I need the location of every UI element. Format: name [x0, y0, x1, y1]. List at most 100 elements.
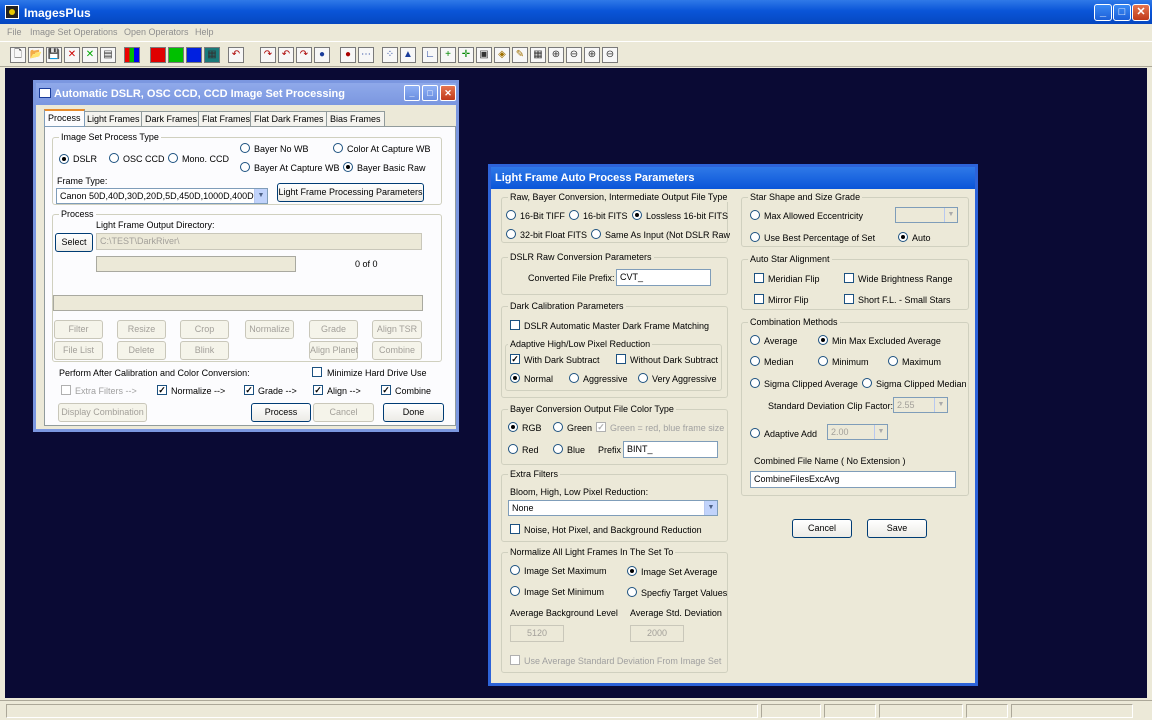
tab-bias-frames[interactable]: Bias Frames: [326, 111, 385, 127]
set-average-radio[interactable]: [627, 566, 637, 576]
bayer-basic-raw-radio[interactable]: [343, 162, 353, 172]
green-size-checkbox[interactable]: ✓: [596, 422, 606, 432]
red-radio[interactable]: [508, 444, 518, 454]
menu-help[interactable]: Help: [195, 27, 214, 37]
float32-radio[interactable]: [506, 229, 516, 239]
tab-flat-frames[interactable]: Flat Frames: [198, 111, 255, 127]
use-avg-std-checkbox[interactable]: [510, 655, 520, 665]
avg-background-field[interactable]: 5120: [510, 625, 564, 642]
same-as-input-radio[interactable]: [591, 229, 601, 239]
bint-prefix-field[interactable]: BINT_: [623, 441, 718, 458]
tab-flat-dark-frames[interactable]: Flat Dark Frames: [250, 111, 328, 127]
brush-icon[interactable]: ✎: [512, 47, 528, 63]
done-button[interactable]: Done: [383, 403, 444, 422]
process-button[interactable]: Process: [251, 403, 311, 422]
without-dark-checkbox[interactable]: [616, 354, 626, 364]
median-radio[interactable]: [750, 356, 760, 366]
crosshair-icon[interactable]: +: [440, 47, 456, 63]
wide-brightness-checkbox[interactable]: [844, 273, 854, 283]
maximum-radio[interactable]: [888, 356, 898, 366]
aggressive-radio[interactable]: [569, 373, 579, 383]
noise-reduction-checkbox[interactable]: [510, 524, 520, 534]
adaptive-add-radio[interactable]: [750, 428, 760, 438]
lossless-fits-radio[interactable]: [632, 210, 642, 220]
levels-icon[interactable]: ∟: [422, 47, 438, 63]
bloom-select[interactable]: None ▼: [508, 500, 718, 516]
align-planet-button[interactable]: Align Planet: [309, 341, 358, 360]
normalize-button[interactable]: Normalize: [245, 320, 294, 339]
dots-icon[interactable]: ⋯: [358, 47, 374, 63]
align-checkbox[interactable]: ✓: [313, 385, 323, 395]
frame-type-select[interactable]: Canon 50D,40D,30D,20D,5D,450D,1000D,400D…: [56, 188, 268, 204]
auto-dark-checkbox[interactable]: [510, 320, 520, 330]
palette-icon[interactable]: ◈: [494, 47, 510, 63]
grade-checkbox[interactable]: ✓: [244, 385, 254, 395]
tiff16-radio[interactable]: [506, 210, 516, 220]
open-icon[interactable]: 📂: [28, 47, 44, 63]
rgb-radio[interactable]: [508, 422, 518, 432]
maximize-icon[interactable]: □: [422, 85, 438, 101]
normal-radio[interactable]: [510, 373, 520, 383]
target-values-radio[interactable]: [627, 587, 637, 597]
align-tsr-button[interactable]: Align TSR: [372, 320, 422, 339]
adaptive-add-select[interactable]: 2.00 ▼: [827, 424, 888, 440]
combined-file-field[interactable]: CombineFilesExcAvg: [750, 471, 956, 488]
zoom-actual-icon[interactable]: ⊖: [602, 47, 618, 63]
star-icon[interactable]: ●: [314, 47, 330, 63]
minimum-radio[interactable]: [818, 356, 828, 366]
display-combination-button[interactable]: Display Combination: [58, 403, 147, 422]
menu-open-operators[interactable]: Open Operators: [124, 27, 189, 37]
filter-button[interactable]: Filter: [54, 320, 103, 339]
save-icon[interactable]: 💾: [46, 47, 62, 63]
with-dark-checkbox[interactable]: ✓: [510, 354, 520, 364]
scatter-icon[interactable]: ⁘: [382, 47, 398, 63]
sigma-average-radio[interactable]: [750, 378, 760, 388]
output-dir-field[interactable]: C:\TEST\DarkRiver\: [96, 233, 422, 250]
zoom-out-icon[interactable]: ⊖: [566, 47, 582, 63]
prefix-field[interactable]: CVT_: [616, 269, 711, 286]
meridian-flip-checkbox[interactable]: [754, 273, 764, 283]
best-percentage-radio[interactable]: [750, 232, 760, 242]
fits16-radio[interactable]: [569, 210, 579, 220]
table-icon[interactable]: ▦: [530, 47, 546, 63]
bayer-capture-wb-radio[interactable]: [240, 162, 250, 172]
close-red-icon[interactable]: ✕: [64, 47, 80, 63]
histogram-icon[interactable]: ▲: [400, 47, 416, 63]
tab-light-frames[interactable]: Light Frames: [83, 111, 144, 127]
light-frame-params-button[interactable]: Light Frame Processing Parameters: [277, 183, 424, 202]
set-minimum-radio[interactable]: [510, 586, 520, 596]
combine-checkbox[interactable]: ✓: [381, 385, 391, 395]
max-eccentricity-radio[interactable]: [750, 210, 760, 220]
blue-channel-icon[interactable]: [186, 47, 202, 63]
cancel-button[interactable]: Cancel: [792, 519, 852, 538]
undo-all-icon[interactable]: ↶: [278, 47, 294, 63]
new-icon[interactable]: 🗋: [10, 47, 26, 63]
close-icon[interactable]: ✕: [440, 85, 456, 101]
menu-image-set-operations[interactable]: Image Set Operations: [30, 27, 118, 37]
select-button[interactable]: Select: [55, 233, 93, 252]
undo-icon[interactable]: ↶: [228, 47, 244, 63]
short-fl-checkbox[interactable]: [844, 294, 854, 304]
blink-button[interactable]: Blink: [180, 341, 229, 360]
zoom-in-icon[interactable]: ⊕: [548, 47, 564, 63]
normalize-checkbox[interactable]: ✓: [157, 385, 167, 395]
minmax-excluded-radio[interactable]: [818, 335, 828, 345]
close-green-icon[interactable]: ✕: [82, 47, 98, 63]
tab-dark-frames[interactable]: Dark Frames: [141, 111, 202, 127]
sigma-median-radio[interactable]: [862, 378, 872, 388]
clip-factor-select[interactable]: 2.55 ▼: [893, 397, 948, 413]
mono-ccd-radio[interactable]: [168, 153, 178, 163]
auto-grade-radio[interactable]: [898, 232, 908, 242]
average-radio[interactable]: [750, 335, 760, 345]
dslr-radio[interactable]: [59, 154, 69, 164]
maximize-icon[interactable]: □: [1113, 4, 1131, 21]
avg-std-field[interactable]: 2000: [630, 625, 684, 642]
crop-button[interactable]: Crop: [180, 320, 229, 339]
blue-radio[interactable]: [553, 444, 563, 454]
green-radio[interactable]: [553, 422, 563, 432]
rgb-channels-icon[interactable]: [124, 47, 140, 63]
redo-all-icon[interactable]: ↷: [296, 47, 312, 63]
extra-filters-checkbox[interactable]: [61, 385, 71, 395]
minimize-icon[interactable]: _: [404, 85, 420, 101]
eccentricity-select[interactable]: ▼: [895, 207, 958, 223]
